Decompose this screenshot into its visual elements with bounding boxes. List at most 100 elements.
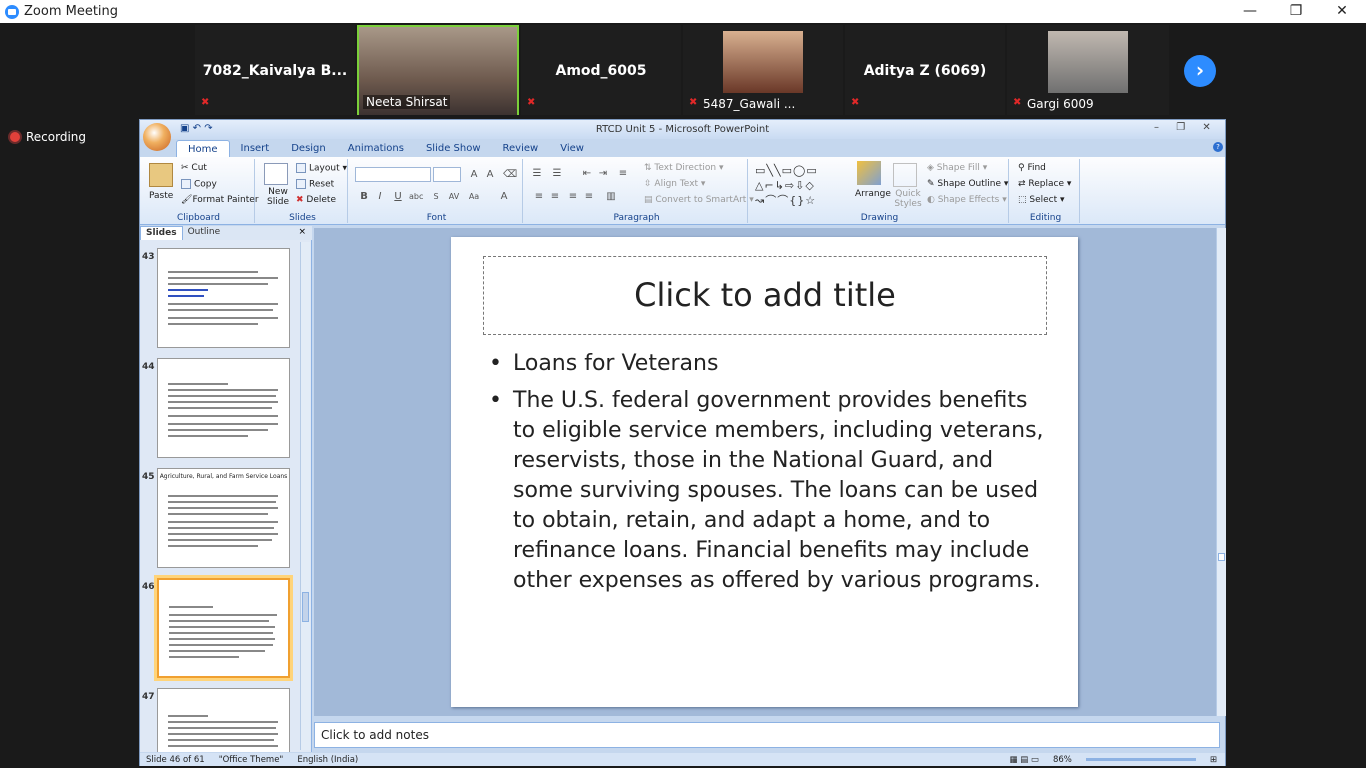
numbering-icon[interactable]: ☰ (550, 167, 564, 181)
ppt-window-controls[interactable]: – ❐ ✕ (1154, 122, 1211, 133)
tab-review[interactable]: Review (492, 140, 550, 157)
editor-scrollbar[interactable] (1216, 228, 1226, 716)
font-color-icon[interactable]: A (497, 190, 511, 204)
layout-button[interactable]: Layout ▾ (296, 163, 347, 174)
shape-outline-button[interactable]: ✎ Shape Outline ▾ (927, 179, 1008, 189)
participant-tile[interactable]: Aditya Z (6069) ✖ (845, 25, 1005, 115)
thumb-line (168, 521, 278, 523)
tab-animations[interactable]: Animations (337, 140, 415, 157)
tab-design[interactable]: Design (280, 140, 337, 157)
ppt-close-icon[interactable]: ✕ (1202, 122, 1210, 133)
help-icon[interactable]: ? (1213, 142, 1223, 152)
justify-icon[interactable]: ≡ (582, 190, 596, 204)
columns-icon[interactable]: ▥ (604, 190, 618, 204)
quick-access-toolbar[interactable]: ▣ ↶ ↷ (180, 123, 213, 134)
participant-tile[interactable]: 7082_Kaivalya B... ✖ (195, 25, 355, 115)
tab-insert[interactable]: Insert (230, 140, 281, 157)
shrink-font-icon[interactable]: A (483, 168, 497, 182)
thumb-line (168, 423, 278, 425)
fit-slide-icon[interactable]: ⊞ (1210, 755, 1217, 765)
participant-tile-active[interactable]: Neeta Shirsat (357, 25, 519, 115)
delete-button[interactable]: ✖ Delete (296, 195, 336, 205)
replace-button[interactable]: ⇄ Replace ▾ (1018, 179, 1071, 189)
align-left-icon[interactable]: ≡ (532, 190, 546, 204)
minimize-button[interactable]: — (1227, 0, 1273, 23)
slide-thumbnail-selected[interactable] (157, 578, 290, 678)
new-slide-button[interactable]: New Slide (264, 187, 292, 207)
zoom-slider[interactable] (1085, 758, 1196, 761)
thumb-line (168, 407, 272, 409)
align-right-icon[interactable]: ≡ (566, 190, 580, 204)
quick-styles-icon (893, 163, 917, 187)
arrange-button[interactable]: Arrange (855, 189, 891, 199)
participant-tile[interactable]: ✖ Gargi 6009 (1007, 25, 1169, 115)
panel-tabs: Slides Outline × (140, 226, 312, 240)
underline-icon[interactable]: U (391, 190, 405, 204)
char-spacing-icon[interactable]: AV (447, 190, 461, 204)
change-case-icon[interactable]: Aa (467, 190, 481, 204)
panel-scroll-thumb[interactable] (302, 592, 309, 622)
next-page-button[interactable]: › (1184, 55, 1216, 87)
shape-fill-button[interactable]: ◈ Shape Fill ▾ (927, 163, 987, 173)
find-button[interactable]: ⚲ Find (1018, 163, 1046, 173)
slide-thumbnail[interactable] (157, 688, 290, 752)
participant-tile[interactable]: ✖ 5487_Gawali ... (683, 25, 843, 115)
ppt-restore-icon[interactable]: ❐ (1176, 122, 1185, 133)
save-icon[interactable]: ▣ (180, 123, 189, 134)
smartart-button[interactable]: ▤ Convert to SmartArt ▾ (644, 195, 754, 205)
paste-button[interactable]: Paste (149, 191, 173, 201)
shadow-icon[interactable]: S (429, 190, 443, 204)
title-placeholder[interactable]: Click to add title (483, 256, 1047, 335)
decrease-indent-icon[interactable]: ⇤ (580, 167, 594, 181)
slide-thumbnail[interactable] (157, 248, 290, 348)
bold-icon[interactable]: B (357, 190, 371, 204)
slide-thumbnail[interactable]: Agriculture, Rural, and Farm Service Loa… (157, 468, 290, 568)
tab-home[interactable]: Home (176, 140, 230, 157)
tab-slide-show[interactable]: Slide Show (415, 140, 492, 157)
increase-indent-icon[interactable]: ⇥ (596, 167, 610, 181)
ppt-minimize-icon[interactable]: – (1154, 122, 1159, 133)
cut-button[interactable]: ✂ Cut (181, 163, 207, 173)
shape-effects-button[interactable]: ◐ Shape Effects ▾ (927, 195, 1007, 205)
line-spacing-icon[interactable]: ≡ (616, 167, 630, 181)
format-painter-button[interactable]: 🖌Format Painter (181, 195, 259, 205)
thumb-line (168, 501, 276, 503)
recording-indicator[interactable]: Recording (10, 130, 86, 144)
strikethrough-icon[interactable]: abc (409, 190, 423, 204)
undo-icon[interactable]: ↶ (193, 123, 201, 134)
shapes-gallery[interactable]: ▭╲╲▭◯▭ △⌐↳⇨⇩◇ ↝⌒⌒{}☆ (755, 163, 847, 207)
tab-outline[interactable]: Outline (183, 226, 226, 240)
select-button[interactable]: ⬚ Select ▾ (1018, 195, 1065, 205)
tab-slides[interactable]: Slides (140, 226, 183, 240)
editor-scroll-thumb[interactable] (1218, 553, 1225, 561)
grow-font-icon[interactable]: A (467, 168, 481, 182)
redo-icon[interactable]: ↷ (204, 123, 212, 134)
mic-muted-icon: ✖ (689, 97, 698, 108)
bullets-icon[interactable]: ☰ (530, 167, 544, 181)
panel-scrollbar[interactable] (300, 242, 310, 750)
close-button[interactable]: ✕ (1319, 0, 1365, 23)
thumb-line (168, 277, 278, 279)
office-button[interactable] (143, 123, 171, 151)
close-panel-icon[interactable]: × (298, 226, 306, 240)
quick-styles-button[interactable]: Quick Styles (893, 189, 923, 209)
copy-button[interactable]: Copy (181, 179, 217, 190)
reset-button[interactable]: Reset (296, 179, 334, 190)
font-size-box[interactable] (433, 167, 461, 182)
view-buttons[interactable]: ▦ ▤ ▭ (1009, 755, 1039, 765)
thumb-line (168, 271, 258, 273)
italic-icon[interactable]: I (373, 190, 387, 204)
tab-view[interactable]: View (549, 140, 595, 157)
font-name-box[interactable] (355, 167, 431, 182)
mic-muted-icon: ✖ (1013, 97, 1022, 108)
align-text-button[interactable]: ⇳ Align Text ▾ (644, 179, 705, 189)
align-center-icon[interactable]: ≡ (548, 190, 562, 204)
thumb-line (169, 626, 275, 628)
restore-button[interactable]: ❐ (1273, 0, 1319, 23)
slide-thumbnail[interactable] (157, 358, 290, 458)
participant-strip: 7082_Kaivalya B... ✖ Neeta Shirsat Amod_… (0, 23, 1366, 117)
notes-pane[interactable]: Click to add notes (314, 722, 1220, 748)
text-direction-button[interactable]: ⇅ Text Direction ▾ (644, 163, 724, 173)
participant-tile[interactable]: Amod_6005 ✖ (521, 25, 681, 115)
clear-format-icon[interactable]: ⌫ (503, 168, 517, 182)
